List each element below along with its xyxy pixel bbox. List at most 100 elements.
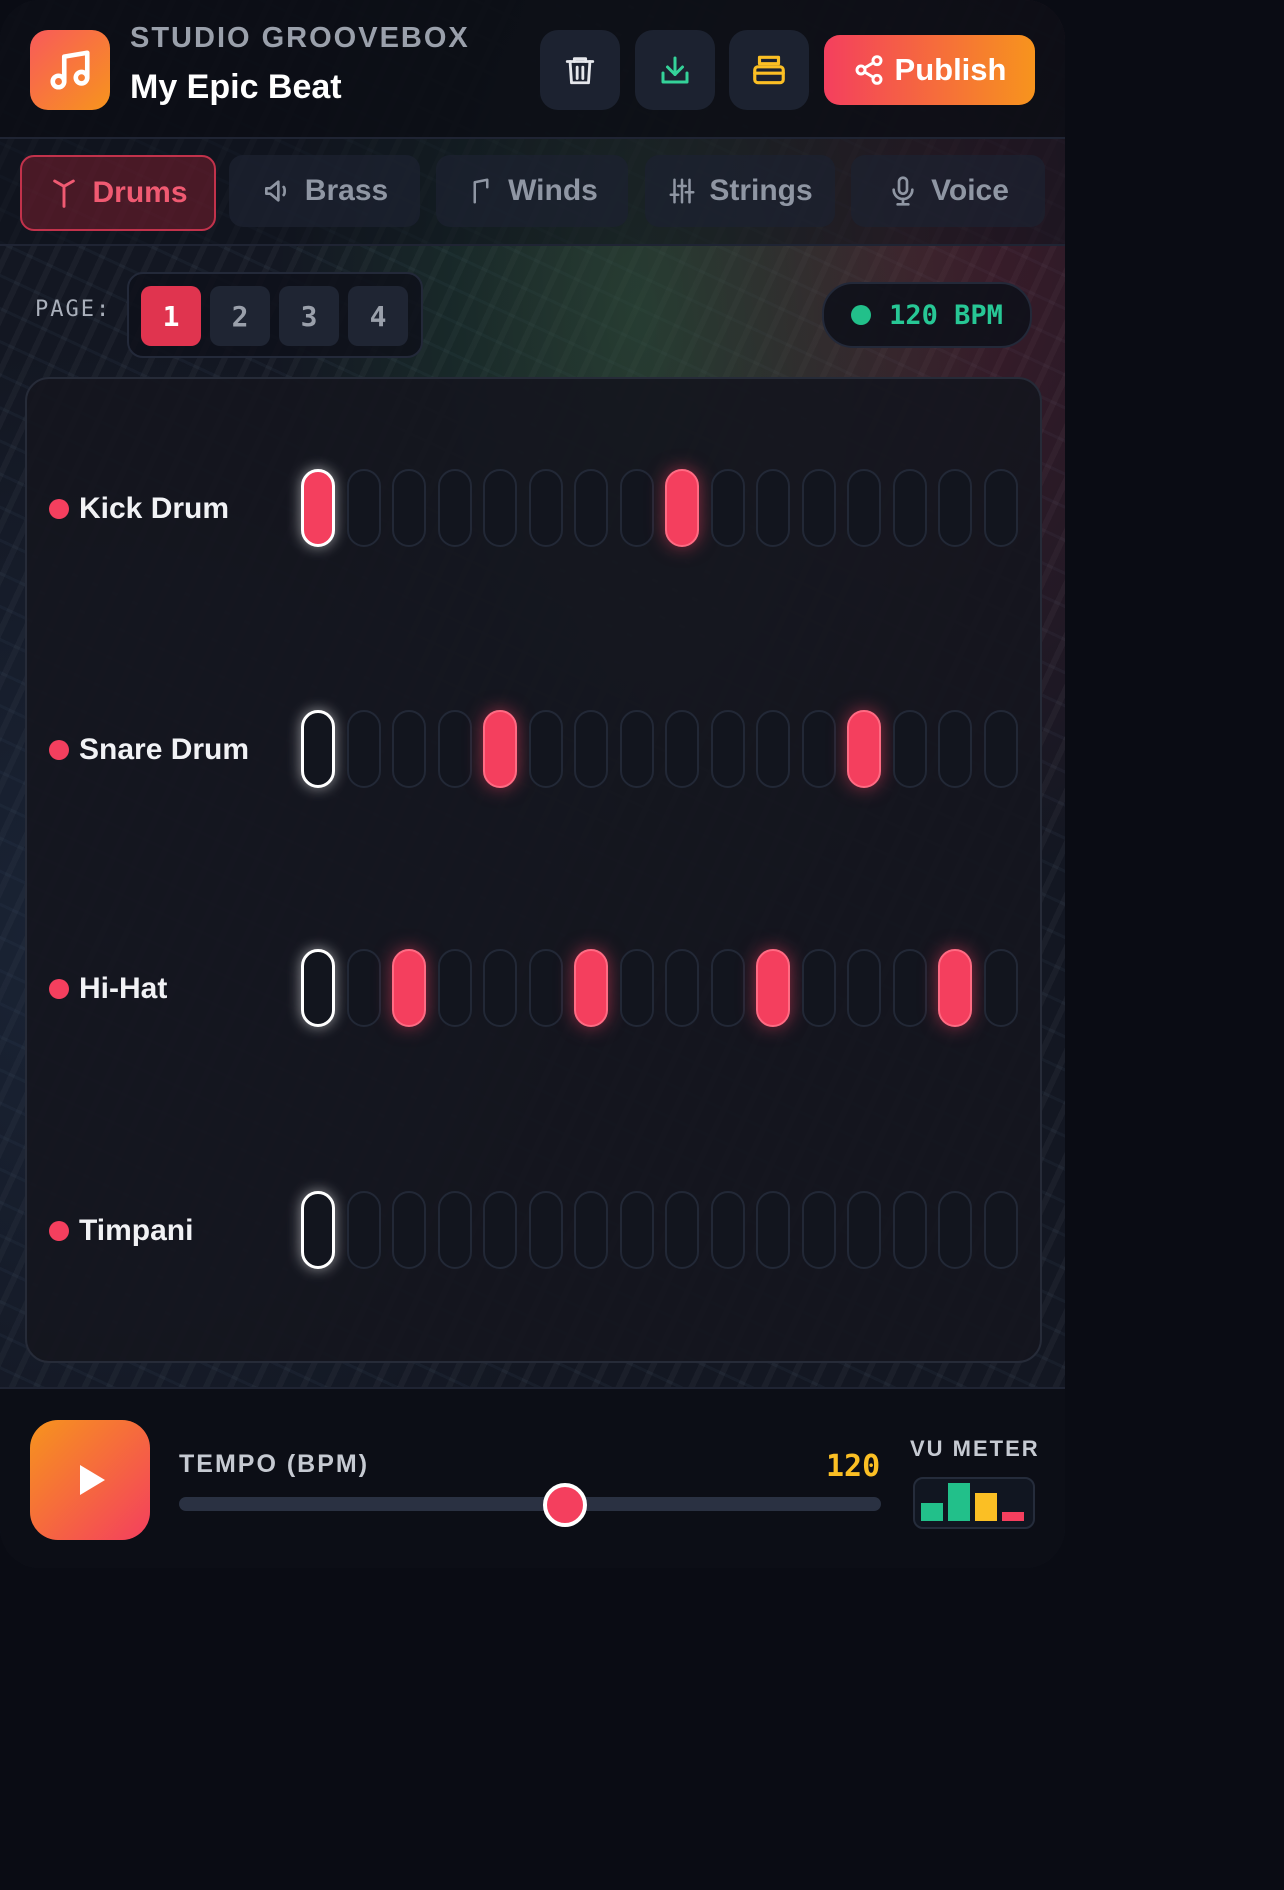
step-cell[interactable]	[483, 469, 517, 547]
step-cell[interactable]	[847, 710, 881, 788]
tab-label: Brass	[304, 174, 389, 207]
step-cell[interactable]	[801, 1191, 836, 1269]
step-cell[interactable]	[392, 949, 426, 1027]
step-cell[interactable]	[437, 710, 472, 788]
step-cell[interactable]	[892, 469, 927, 547]
step-cell[interactable]	[756, 1191, 790, 1269]
step-cell[interactable]	[392, 469, 426, 547]
step-cell[interactable]	[483, 949, 517, 1027]
page-button-4[interactable]: 4	[348, 286, 408, 346]
app-brand: STUDIO GROOVEBOX	[130, 22, 470, 54]
step-cell[interactable]	[983, 949, 1018, 1027]
step-cell[interactable]	[528, 710, 563, 788]
track-dot	[49, 499, 69, 519]
step-cell[interactable]	[756, 949, 790, 1027]
step-cell[interactable]	[619, 1191, 654, 1269]
step-cell[interactable]	[437, 469, 472, 547]
vu-meter	[913, 1477, 1035, 1529]
tab-strings[interactable]: Strings	[645, 155, 835, 227]
tempo-slider-handle[interactable]	[543, 1483, 588, 1527]
vu-meter-label: VU METER	[910, 1436, 1040, 1461]
step-cell[interactable]	[983, 469, 1018, 547]
step-cell[interactable]	[801, 469, 836, 547]
publish-button[interactable]: Publish	[824, 35, 1035, 105]
track-label-timpani: Timpani	[49, 1211, 193, 1251]
step-cell[interactable]	[483, 1191, 517, 1269]
track-dot	[49, 740, 69, 760]
status-dot	[851, 305, 872, 325]
step-cell[interactable]	[574, 469, 608, 547]
track-name: Kick Drum	[79, 492, 230, 525]
trash-icon	[565, 57, 595, 85]
step-cell[interactable]	[756, 469, 790, 547]
step-cell[interactable]	[892, 1191, 927, 1269]
step-cell[interactable]	[665, 469, 699, 547]
step-cell[interactable]	[346, 469, 381, 547]
step-cell[interactable]	[574, 1191, 608, 1269]
step-cell[interactable]	[483, 710, 517, 788]
step-cell[interactable]	[892, 949, 927, 1027]
step-cell[interactable]	[619, 469, 654, 547]
step-cell[interactable]	[574, 949, 608, 1027]
step-cell[interactable]	[710, 1191, 745, 1269]
step-cell[interactable]	[938, 1191, 972, 1269]
step-cell[interactable]	[892, 710, 927, 788]
step-cell[interactable]	[665, 1191, 699, 1269]
save-button[interactable]	[729, 30, 809, 110]
step-cell[interactable]	[756, 710, 790, 788]
step-cell[interactable]	[847, 949, 881, 1027]
step-cell[interactable]	[392, 710, 426, 788]
step-cell[interactable]	[938, 710, 972, 788]
step-cell[interactable]	[301, 710, 335, 788]
step-cell[interactable]	[938, 469, 972, 547]
step-cell[interactable]	[346, 949, 381, 1027]
step-cell[interactable]	[665, 710, 699, 788]
step-cell[interactable]	[574, 710, 608, 788]
step-cell[interactable]	[983, 710, 1018, 788]
project-title[interactable]: My Epic Beat	[130, 68, 342, 107]
step-cell[interactable]	[983, 1191, 1018, 1269]
delete-button[interactable]	[540, 30, 620, 110]
app-logo	[30, 30, 110, 110]
step-cell[interactable]	[710, 710, 745, 788]
step-cell[interactable]	[301, 949, 335, 1027]
step-cell[interactable]	[392, 1191, 426, 1269]
step-cell[interactable]	[938, 949, 972, 1027]
page-button-2[interactable]: 2	[210, 286, 270, 346]
step-cell[interactable]	[710, 949, 745, 1027]
step-cell[interactable]	[619, 710, 654, 788]
sequencer-grid: Kick Drum Snare Drum Hi-Hat Timpani	[25, 377, 1042, 1363]
track-dot	[49, 979, 69, 999]
step-cell[interactable]	[346, 710, 381, 788]
download-icon	[661, 56, 689, 84]
tab-winds[interactable]: Winds	[436, 155, 628, 227]
step-cell[interactable]	[301, 469, 335, 547]
play-button[interactable]	[30, 1420, 150, 1540]
step-cell[interactable]	[528, 1191, 563, 1269]
export-button[interactable]	[635, 30, 715, 110]
step-cell[interactable]	[801, 710, 836, 788]
step-cell[interactable]	[437, 1191, 472, 1269]
step-cell[interactable]	[619, 949, 654, 1027]
tab-label: Drums	[92, 176, 188, 209]
step-cell[interactable]	[847, 469, 881, 547]
step-cell[interactable]	[301, 1191, 335, 1269]
step-cell[interactable]	[665, 949, 699, 1027]
page-button-3[interactable]: 3	[279, 286, 339, 346]
groovebox-app: STUDIO GROOVEBOX My Epic Beat Publish Dr…	[0, 0, 1065, 1568]
bpm-indicator: 120 BPM	[822, 282, 1032, 348]
step-cell[interactable]	[528, 949, 563, 1027]
tempo-slider[interactable]	[179, 1497, 881, 1511]
step-cell[interactable]	[847, 1191, 881, 1269]
page-button-1[interactable]: 1	[141, 286, 201, 346]
drumstick-icon	[53, 179, 76, 208]
tab-drums[interactable]: Drums	[20, 155, 216, 231]
tab-voice[interactable]: Voice	[851, 155, 1045, 227]
step-cell[interactable]	[437, 949, 472, 1027]
music-note-icon	[50, 50, 90, 90]
step-cell[interactable]	[346, 1191, 381, 1269]
step-cell[interactable]	[528, 469, 563, 547]
tab-brass[interactable]: Brass	[229, 155, 420, 227]
step-cell[interactable]	[801, 949, 836, 1027]
step-cell[interactable]	[710, 469, 745, 547]
